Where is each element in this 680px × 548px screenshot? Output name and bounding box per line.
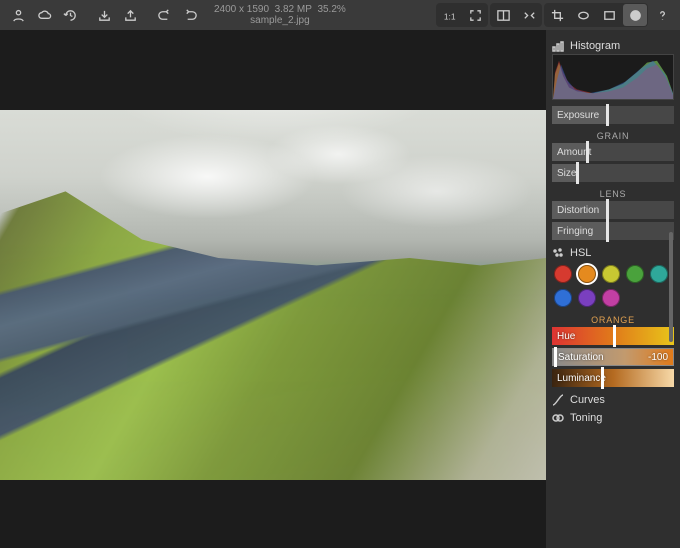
hsl-title: HSL (570, 247, 591, 259)
photo-preview (0, 110, 546, 480)
ellipse-mask-icon[interactable] (571, 4, 595, 26)
rect-mask-icon[interactable] (597, 4, 621, 26)
hsl-swatch-orange[interactable] (578, 265, 596, 283)
histogram-section[interactable]: Histogram (552, 36, 674, 54)
compare-split-icon[interactable] (491, 4, 515, 26)
help-icon[interactable] (650, 4, 674, 26)
fullscreen-icon[interactable] (463, 4, 487, 26)
export-icon[interactable] (118, 4, 142, 26)
hsl-swatch-blue[interactable] (554, 289, 572, 307)
profile-icon[interactable] (6, 4, 30, 26)
filename-label: sample_2.jpg (250, 15, 309, 26)
distortion-slider[interactable]: Distortion (552, 201, 674, 219)
exposure-slider[interactable]: Exposure (552, 106, 674, 124)
grain-size-label: Size (557, 168, 576, 179)
saturation-slider[interactable]: Saturation -100 (552, 348, 674, 366)
hsl-color-swatches (552, 261, 674, 311)
exposure-label: Exposure (557, 110, 599, 121)
image-canvas[interactable] (0, 30, 546, 548)
hsl-swatch-yellow[interactable] (602, 265, 620, 283)
hsl-swatch-aqua[interactable] (650, 265, 668, 283)
crop-icon[interactable] (545, 4, 569, 26)
dimensions-label: 2400 x 1590 (214, 4, 269, 15)
fringing-slider[interactable]: Fringing (552, 222, 674, 240)
adjustments-panel: Histogram Exposure GRAIN (546, 30, 680, 548)
compare-toggle-icon[interactable] (517, 4, 541, 26)
adjust-panel-icon[interactable] (623, 4, 647, 26)
luminance-label: Luminance (557, 373, 606, 384)
hsl-section[interactable]: HSL (552, 243, 674, 261)
hsl-swatch-green[interactable] (626, 265, 644, 283)
grain-group-title: GRAIN (552, 127, 674, 143)
histogram-display[interactable] (552, 54, 674, 100)
megapixels-label: 3.82 MP (275, 4, 312, 15)
zoom-label: 35.2% (317, 4, 345, 15)
svg-text:1:1: 1:1 (443, 11, 455, 21)
curves-title: Curves (570, 394, 605, 406)
saturation-value: -100 (648, 352, 668, 363)
toning-title: Toning (570, 412, 602, 424)
zoom-actual-icon[interactable]: 1:1 (437, 4, 461, 26)
top-toolbar: 2400 x 1590 3.82 MP 35.2% sample_2.jpg 1… (0, 0, 680, 30)
undo-icon[interactable] (152, 4, 176, 26)
saturation-label: Saturation (558, 352, 604, 363)
toning-section[interactable]: Toning (552, 408, 674, 426)
grain-amount-slider[interactable]: Amount (552, 143, 674, 161)
hsl-swatch-purple[interactable] (578, 289, 596, 307)
lens-group-title: LENS (552, 185, 674, 201)
image-info: 2400 x 1590 3.82 MP 35.2% sample_2.jpg (204, 4, 356, 26)
history-icon[interactable] (58, 4, 82, 26)
luminance-slider[interactable]: Luminance (552, 369, 674, 387)
hue-slider[interactable]: Hue (552, 327, 674, 345)
hsl-swatch-magenta[interactable] (602, 289, 620, 307)
cloud-icon[interactable] (32, 4, 56, 26)
grain-size-slider[interactable]: Size (552, 164, 674, 182)
fringing-label: Fringing (557, 226, 593, 237)
hue-label: Hue (557, 331, 575, 342)
curves-section[interactable]: Curves (552, 390, 674, 408)
histogram-title: Histogram (570, 40, 620, 52)
hsl-swatch-red[interactable] (554, 265, 572, 283)
redo-icon[interactable] (178, 4, 202, 26)
import-icon[interactable] (92, 4, 116, 26)
distortion-label: Distortion (557, 205, 599, 216)
